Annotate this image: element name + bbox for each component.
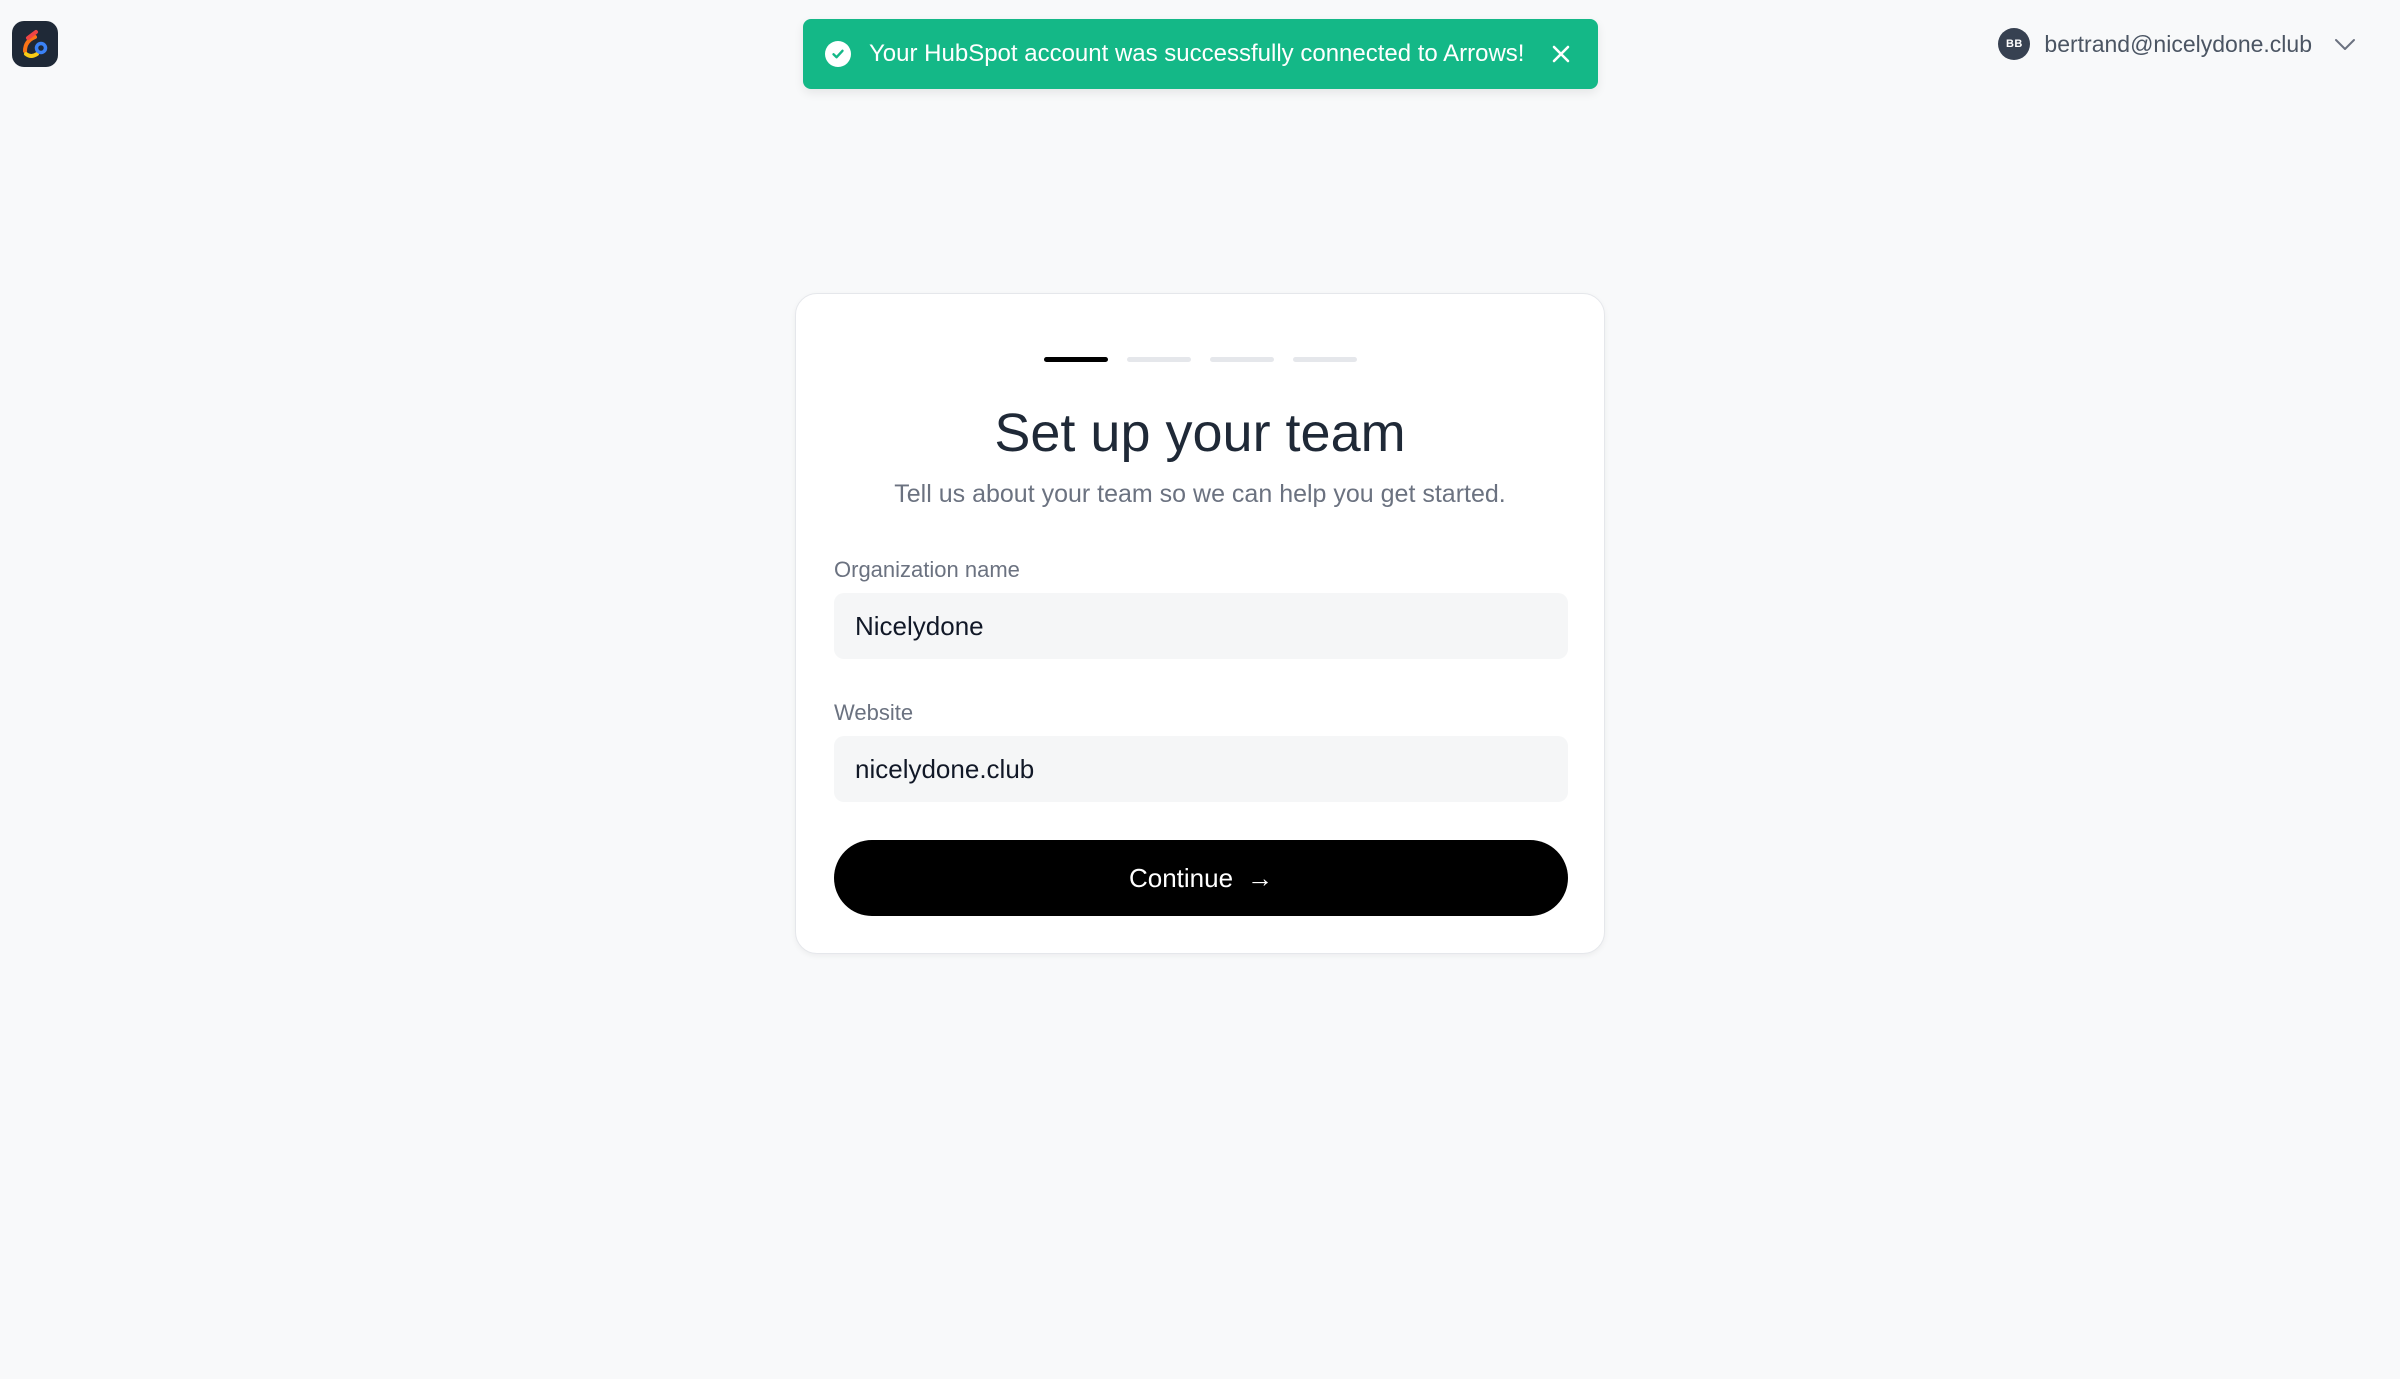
step-progress-indicator <box>796 357 1604 362</box>
success-toast: Your HubSpot account was successfully co… <box>803 19 1598 89</box>
step-3-indicator <box>1209 357 1274 362</box>
close-icon[interactable] <box>1544 37 1578 71</box>
step-4-indicator <box>1292 357 1357 362</box>
arrows-app-logo-icon[interactable] <box>12 21 58 67</box>
step-2-indicator <box>1126 357 1191 362</box>
organization-name-input[interactable] <box>834 593 1568 659</box>
website-input[interactable] <box>834 736 1568 802</box>
setup-team-card: Set up your team Tell us about your team… <box>795 293 1605 954</box>
check-circle-icon <box>825 41 851 67</box>
toast-message: Your HubSpot account was successfully co… <box>869 40 1525 67</box>
page-title: Set up your team <box>994 403 1406 463</box>
continue-label: Continue <box>1128 862 1234 893</box>
user-menu[interactable]: BB bertrand@nicelydone.club <box>1998 26 2358 62</box>
page-subtitle: Tell us about your team so we can help y… <box>894 480 1506 508</box>
chevron-down-icon[interactable] <box>2332 31 2358 57</box>
arrow-right-icon: → <box>1247 862 1274 893</box>
organization-name-label: Organization name <box>834 557 1020 582</box>
website-label: Website <box>834 700 914 725</box>
avatar: BB <box>1998 28 2031 60</box>
continue-button[interactable]: Continue → <box>834 840 1568 916</box>
user-email: bertrand@nicelydone.club <box>2044 30 2312 57</box>
step-1-indicator <box>1043 357 1108 362</box>
